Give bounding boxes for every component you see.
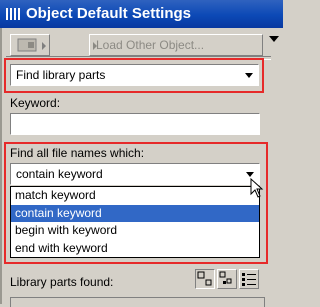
dropdown-button[interactable] — [241, 66, 257, 84]
load-other-object-label: Load Other Object... — [96, 38, 205, 52]
mouse-cursor-icon — [250, 178, 264, 198]
option-match-keyword[interactable]: match keyword — [11, 187, 259, 205]
large-icons-view-button[interactable] — [195, 269, 215, 289]
option-end-with-keyword[interactable]: end with keyword — [11, 240, 259, 258]
chevron-down-icon — [245, 73, 253, 78]
library-parts-list[interactable] — [10, 297, 265, 307]
filename-filter-select[interactable]: contain keyword — [10, 163, 260, 185]
mode-select-value: Find library parts — [16, 68, 106, 82]
mode-select[interactable]: Find library parts — [10, 64, 259, 86]
keyword-label: Keyword: — [10, 96, 61, 110]
object-preview-button[interactable] — [10, 34, 50, 56]
panel-menu-arrow-icon[interactable] — [269, 36, 279, 42]
load-other-object-button[interactable]: Load Other Object... — [89, 34, 263, 56]
list-view-icon — [242, 273, 256, 286]
small-icons-view-icon — [219, 271, 232, 284]
keyword-input[interactable] — [10, 113, 260, 135]
chevron-right-icon — [93, 42, 97, 50]
window-title: Object Default Settings — [26, 5, 192, 22]
window-border — [0, 28, 2, 304]
filename-filter-value: contain keyword — [16, 167, 103, 181]
chevron-down-icon — [246, 172, 254, 177]
option-begin-with-keyword[interactable]: begin with keyword — [11, 222, 259, 240]
library-parts-found-label: Library parts found: — [10, 275, 114, 289]
list-view-button[interactable] — [239, 269, 259, 289]
title-bar: Object Default Settings — [0, 0, 283, 28]
filename-filter-label: Find all file names which: — [10, 146, 145, 160]
filename-filter-options: match keyword contain keyword begin with… — [10, 186, 260, 258]
app-icon — [6, 8, 20, 20]
large-icons-view-icon — [197, 271, 212, 286]
small-icons-view-button[interactable] — [217, 269, 237, 289]
option-contain-keyword[interactable]: contain keyword — [11, 204, 259, 222]
object-preview-icon — [17, 38, 37, 52]
chevron-right-icon — [42, 42, 46, 50]
